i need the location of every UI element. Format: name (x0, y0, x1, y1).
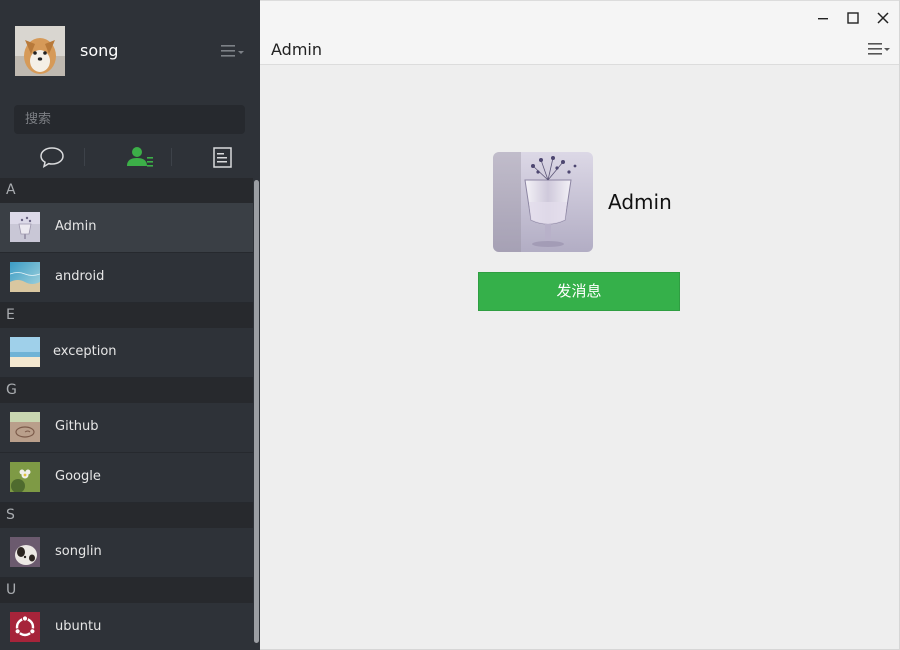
close-icon (877, 12, 889, 24)
sidebar: song 搜索 A Admin android E exception G Gi… (0, 0, 260, 650)
title-bar: Admin (260, 0, 899, 65)
contact-avatar (10, 212, 40, 242)
contact-avatar (10, 612, 40, 642)
profile-avatar (493, 152, 593, 252)
document-icon (213, 147, 232, 168)
group-header-a: A (0, 178, 253, 203)
contact-avatar (10, 337, 40, 367)
group-header-s: S (0, 503, 253, 528)
minimize-icon (818, 18, 828, 20)
tab-favorites[interactable] (202, 140, 242, 174)
contact-avatar (10, 412, 40, 442)
contact-avatar (10, 262, 40, 292)
group-header-u: U (0, 578, 253, 603)
hamburger-menu-icon (221, 45, 244, 57)
tab-divider (84, 148, 85, 166)
maximize-button[interactable] (844, 9, 862, 27)
contact-name: Google (55, 469, 101, 484)
contact-item-exception[interactable]: exception (0, 328, 253, 378)
contact-item-github[interactable]: Github (0, 403, 253, 453)
contact-item-android[interactable]: android (0, 253, 253, 303)
nav-tabs (0, 140, 260, 176)
contact-avatar (10, 462, 40, 492)
contact-name: ubuntu (55, 619, 102, 634)
search-input[interactable] (14, 105, 245, 134)
contact-avatar (10, 537, 40, 567)
maximize-icon (847, 12, 859, 24)
contact-name: songlin (55, 544, 102, 559)
contact-item-google[interactable]: Google (0, 453, 253, 503)
contact-item-songlin[interactable]: songlin (0, 528, 253, 578)
chat-title: Admin (271, 40, 322, 59)
contact-item-admin[interactable]: Admin (0, 203, 253, 253)
contact-item-ubuntu[interactable]: ubuntu (0, 603, 253, 650)
user-avatar[interactable] (15, 26, 65, 76)
hamburger-menu-icon (868, 43, 890, 55)
contact-name: Admin (55, 219, 97, 234)
contact-name: android (55, 269, 105, 284)
scrollbar-thumb[interactable] (254, 180, 259, 643)
contacts-icon (127, 147, 153, 167)
user-name: song (80, 41, 119, 60)
minimize-button[interactable] (814, 9, 832, 27)
close-button[interactable] (874, 9, 892, 27)
profile-name: Admin (608, 190, 672, 214)
contact-name: Github (55, 419, 99, 434)
tab-contacts[interactable] (118, 140, 158, 174)
user-profile: song (0, 0, 260, 100)
send-message-button[interactable]: 发消息 (478, 272, 680, 311)
contact-list: A Admin android E exception G Github Goo… (0, 178, 253, 650)
tab-chats[interactable] (31, 140, 71, 174)
sidebar-menu-button[interactable] (218, 41, 246, 61)
more-menu-button[interactable] (866, 39, 894, 59)
group-header-e: E (0, 303, 253, 328)
group-header-g: G (0, 378, 253, 403)
tab-divider (171, 148, 172, 166)
contact-name: exception (53, 344, 117, 359)
chat-bubble-icon (40, 147, 64, 169)
main-pane: Admin Admin 发消息 (260, 0, 900, 650)
ubuntu-logo-icon (10, 612, 40, 642)
